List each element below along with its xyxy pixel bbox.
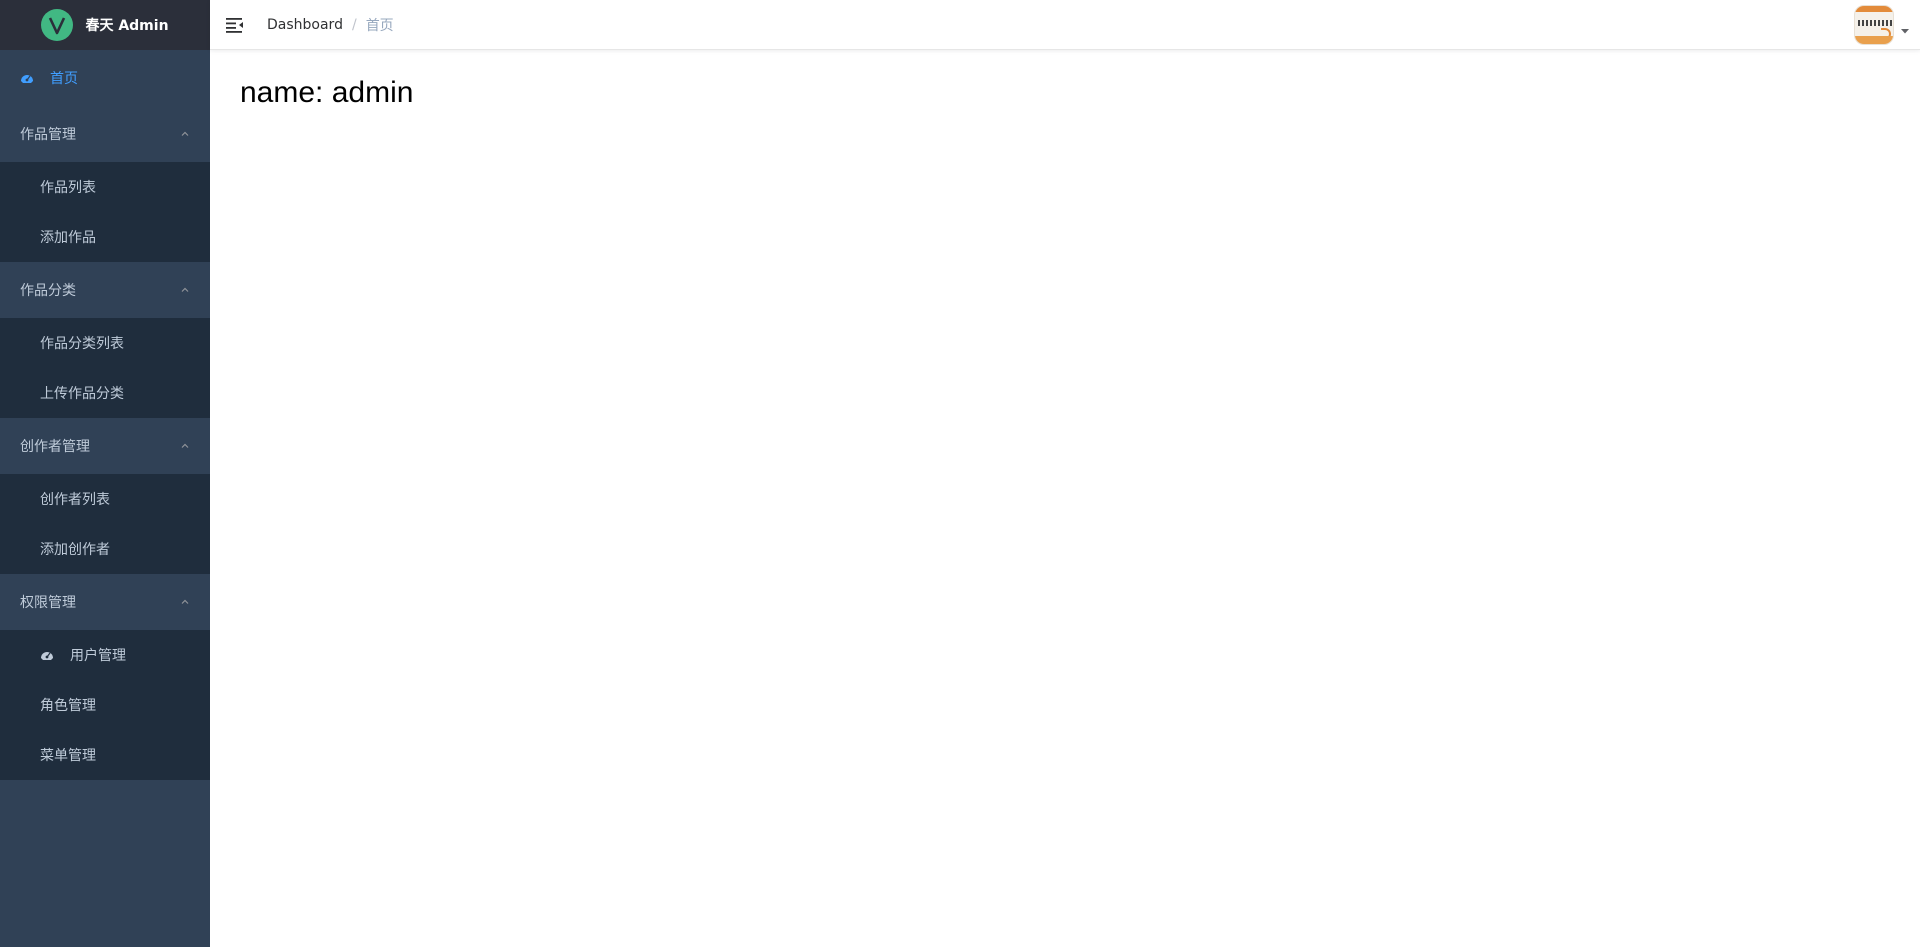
app-main: name: admin bbox=[210, 50, 1920, 136]
sidebar-item-label: 作品列表 bbox=[40, 180, 96, 196]
submenu-title-permissions[interactable]: 权限管理 bbox=[0, 574, 210, 630]
submenu-list-permissions: 用户管理 角色管理 菜单管理 bbox=[0, 630, 210, 780]
hamburger-icon bbox=[226, 17, 243, 33]
avatar[interactable] bbox=[1854, 5, 1894, 45]
submenu-title-works[interactable]: 作品管理 bbox=[0, 106, 210, 162]
app-title: 春天 Admin bbox=[85, 18, 169, 34]
submenu-categories: 作品分类 作品分类列表 上传作品分类 bbox=[0, 262, 210, 418]
breadcrumb-current: 首页 bbox=[365, 17, 394, 34]
sidebar-item-add-creator[interactable]: 添加创作者 bbox=[0, 524, 210, 574]
sidebar-item-label: 创作者列表 bbox=[40, 492, 110, 508]
submenu-title-creators[interactable]: 创作者管理 bbox=[0, 418, 210, 474]
chevron-up-icon bbox=[181, 443, 189, 448]
caret-down-icon bbox=[1901, 29, 1909, 34]
chevron-up-icon bbox=[181, 131, 189, 136]
submenu-creators: 创作者管理 创作者列表 添加创作者 bbox=[0, 418, 210, 574]
sidebar-item-upload-category[interactable]: 上传作品分类 bbox=[0, 368, 210, 418]
hamburger-button[interactable] bbox=[225, 15, 245, 35]
avatar-dropdown[interactable] bbox=[1854, 5, 1910, 45]
dashboard-icon bbox=[21, 75, 33, 83]
submenu-list-creators: 创作者列表 添加创作者 bbox=[0, 474, 210, 574]
submenu-title-label: 创作者管理 bbox=[20, 439, 90, 455]
sidebar: 春天 Admin 首页 作品管理 作品列表 添加作品 作品分类 作品分类列表 上… bbox=[0, 0, 210, 947]
submenu-list-categories: 作品分类列表 上传作品分类 bbox=[0, 318, 210, 418]
main-container: Dashboard / 首页 name: admin bbox=[210, 0, 1920, 947]
sidebar-item-category-list[interactable]: 作品分类列表 bbox=[0, 318, 210, 368]
submenu-works: 作品管理 作品列表 添加作品 bbox=[0, 106, 210, 262]
sidebar-menu: 首页 作品管理 作品列表 添加作品 作品分类 作品分类列表 上传作品分类 创作者… bbox=[0, 50, 210, 780]
submenu-title-label: 作品管理 bbox=[20, 127, 76, 143]
sidebar-item-creator-list[interactable]: 创作者列表 bbox=[0, 474, 210, 524]
sidebar-item-label: 用户管理 bbox=[70, 648, 126, 664]
submenu-list-works: 作品列表 添加作品 bbox=[0, 162, 210, 262]
sidebar-item-works-list[interactable]: 作品列表 bbox=[0, 162, 210, 212]
submenu-permissions: 权限管理 用户管理 角色管理 菜单管理 bbox=[0, 574, 210, 780]
sidebar-item-label: 首页 bbox=[50, 71, 78, 87]
sidebar-item-add-work[interactable]: 添加作品 bbox=[0, 212, 210, 262]
sidebar-item-label: 添加作品 bbox=[40, 230, 96, 246]
sidebar-logo[interactable]: 春天 Admin bbox=[0, 0, 210, 50]
sidebar-item-user-management[interactable]: 用户管理 bbox=[0, 630, 210, 680]
vue-logo-icon bbox=[41, 9, 74, 41]
submenu-title-label: 权限管理 bbox=[20, 595, 76, 611]
submenu-title-label: 作品分类 bbox=[20, 283, 76, 299]
chevron-up-icon bbox=[181, 599, 189, 604]
submenu-title-categories[interactable]: 作品分类 bbox=[0, 262, 210, 318]
breadcrumb-separator: / bbox=[351, 16, 357, 33]
navbar: Dashboard / 首页 bbox=[210, 0, 1920, 50]
dashboard-text: name: admin bbox=[240, 76, 414, 109]
sidebar-item-home[interactable]: 首页 bbox=[0, 50, 210, 106]
chevron-up-icon bbox=[181, 287, 189, 292]
sidebar-item-label: 菜单管理 bbox=[40, 748, 96, 764]
sidebar-item-label: 角色管理 bbox=[40, 698, 96, 714]
dashboard-icon bbox=[41, 652, 53, 660]
sidebar-item-label: 作品分类列表 bbox=[40, 336, 124, 352]
sidebar-item-label: 上传作品分类 bbox=[40, 386, 124, 402]
sidebar-item-role-management[interactable]: 角色管理 bbox=[0, 680, 210, 730]
breadcrumb-dashboard[interactable]: Dashboard bbox=[267, 17, 343, 33]
sidebar-item-label: 添加创作者 bbox=[40, 542, 110, 558]
sidebar-item-menu-management[interactable]: 菜单管理 bbox=[0, 730, 210, 780]
breadcrumb: Dashboard / 首页 bbox=[267, 15, 394, 35]
